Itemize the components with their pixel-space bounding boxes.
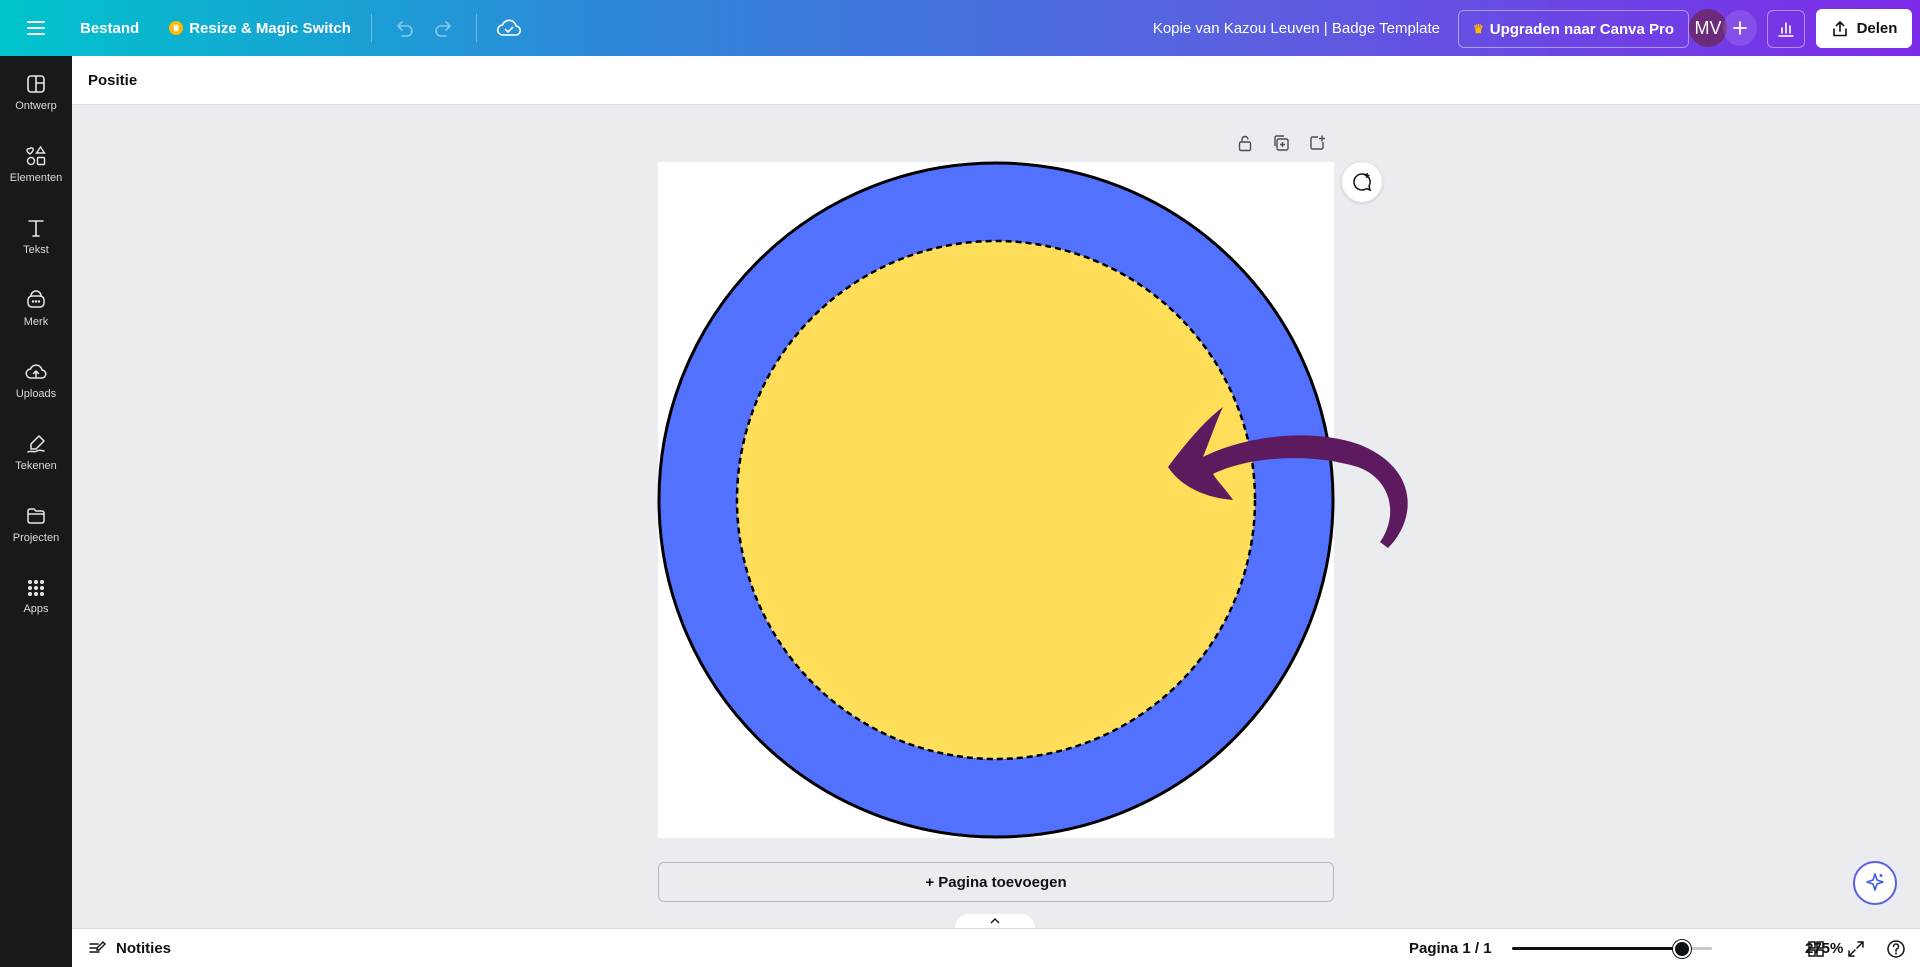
redo-button[interactable] xyxy=(424,10,464,46)
chevron-up-icon xyxy=(990,918,1000,924)
file-menu-button[interactable]: Bestand xyxy=(72,10,147,46)
design-page[interactable] xyxy=(657,161,1408,839)
add-comment-button[interactable] xyxy=(1342,162,1382,202)
grid-view-icon xyxy=(1808,941,1824,957)
help-button[interactable] xyxy=(1886,939,1906,959)
sidebar-item-label: Ontwerp xyxy=(15,99,57,112)
help-icon xyxy=(1887,940,1905,958)
badge-graphic[interactable] xyxy=(657,161,1408,839)
sidebar: Ontwerp Elementen Tekst Merk Uploads Tek… xyxy=(0,56,72,967)
bottom-bar: Notities Pagina 1 / 1 275% xyxy=(72,928,1920,967)
upgrade-pro-button[interactable]: ♛ Upgraden naar Canva Pro xyxy=(1458,10,1689,48)
cloud-save-status[interactable] xyxy=(489,10,529,46)
sidebar-item-uploads[interactable]: Uploads xyxy=(0,344,72,416)
sidebar-item-label: Uploads xyxy=(15,387,57,400)
add-collaborator-button[interactable] xyxy=(1723,10,1757,46)
position-button[interactable]: Positie xyxy=(88,72,137,89)
fullscreen-button[interactable] xyxy=(1846,939,1866,959)
upload-icon xyxy=(25,363,47,379)
undo-icon xyxy=(397,21,413,37)
lock-icon xyxy=(1238,135,1252,152)
toolbar-divider xyxy=(475,14,477,42)
sidebar-item-apps[interactable]: Apps xyxy=(0,560,72,632)
share-icon xyxy=(1832,20,1847,36)
brand-icon xyxy=(27,289,45,308)
add-page-above-button[interactable] xyxy=(1305,131,1329,155)
notes-button[interactable]: Notities xyxy=(88,940,171,957)
bar-chart-icon xyxy=(1778,22,1794,37)
sidebar-item-label: Tekst xyxy=(23,243,49,256)
add-page-icon xyxy=(1310,135,1325,150)
sidebar-item-label: Merk xyxy=(23,315,49,328)
context-toolbar: Positie xyxy=(72,56,1920,105)
avatar[interactable]: MV xyxy=(1689,9,1727,47)
cloud-check-icon xyxy=(496,19,521,36)
sidebar-item-tekst[interactable]: Tekst xyxy=(0,200,72,272)
folder-icon xyxy=(27,507,45,524)
menu-icon xyxy=(27,21,45,35)
sidebar-item-ontwerp[interactable]: Ontwerp xyxy=(0,56,72,128)
sidebar-item-label: Elementen xyxy=(9,171,63,184)
layout-icon xyxy=(27,74,45,93)
top-bar: Bestand ♛ Resize & Magic Switch Kopie va… xyxy=(0,0,1920,56)
hamburger-menu-button[interactable] xyxy=(0,0,72,56)
duplicate-icon xyxy=(1274,135,1289,151)
notes-label: Notities xyxy=(116,939,172,957)
text-icon xyxy=(28,219,44,237)
sparkle-icon xyxy=(1866,873,1884,891)
toolbar-divider xyxy=(370,14,372,42)
sidebar-item-label: Apps xyxy=(23,602,49,615)
sidebar-item-label: Tekenen xyxy=(15,459,57,472)
zoom-slider[interactable] xyxy=(1512,940,1712,958)
sidebar-item-merk[interactable]: Merk xyxy=(0,272,72,344)
apps-icon xyxy=(28,579,44,596)
page-tools xyxy=(1233,131,1329,155)
crown-icon: ♛ xyxy=(1473,22,1484,36)
insights-button[interactable] xyxy=(1767,10,1805,48)
magic-assistant-button[interactable] xyxy=(1853,861,1897,905)
sidebar-item-elementen[interactable]: Elementen xyxy=(0,128,72,200)
plus-icon xyxy=(1733,21,1747,35)
shapes-icon xyxy=(26,145,46,165)
upgrade-label: Upgraden naar Canva Pro xyxy=(1489,20,1674,38)
lock-page-button[interactable] xyxy=(1233,131,1257,155)
crown-icon: ♛ xyxy=(169,21,184,35)
document-title[interactable]: Kopie van Kazou Leuven | Badge Template xyxy=(1153,20,1440,37)
share-label: Delen xyxy=(1856,20,1898,37)
undo-button[interactable] xyxy=(384,10,424,46)
comment-plus-icon xyxy=(1353,173,1372,192)
zoom-slider-handle[interactable] xyxy=(1673,940,1691,958)
expand-pages-button[interactable] xyxy=(955,914,1035,928)
zoom-slider-fill xyxy=(1512,947,1682,950)
sidebar-item-projecten[interactable]: Projecten xyxy=(0,488,72,560)
notes-icon xyxy=(89,941,106,953)
grid-view-button[interactable] xyxy=(1806,939,1826,959)
resize-magic-switch-button[interactable]: ♛ Resize & Magic Switch xyxy=(161,10,359,46)
redo-icon xyxy=(435,21,451,37)
inner-badge-circle[interactable] xyxy=(735,239,1257,761)
draw-icon xyxy=(27,434,45,453)
add-page-button[interactable]: + Pagina toevoegen xyxy=(658,862,1334,902)
fullscreen-icon xyxy=(1848,941,1864,957)
page-indicator[interactable]: Pagina 1 / 1 xyxy=(1409,940,1492,957)
sidebar-item-label: Projecten xyxy=(12,531,60,544)
share-button[interactable]: Delen xyxy=(1816,9,1912,48)
duplicate-page-button[interactable] xyxy=(1269,131,1293,155)
resize-label: Resize & Magic Switch xyxy=(189,19,351,37)
sidebar-item-tekenen[interactable]: Tekenen xyxy=(0,416,72,488)
